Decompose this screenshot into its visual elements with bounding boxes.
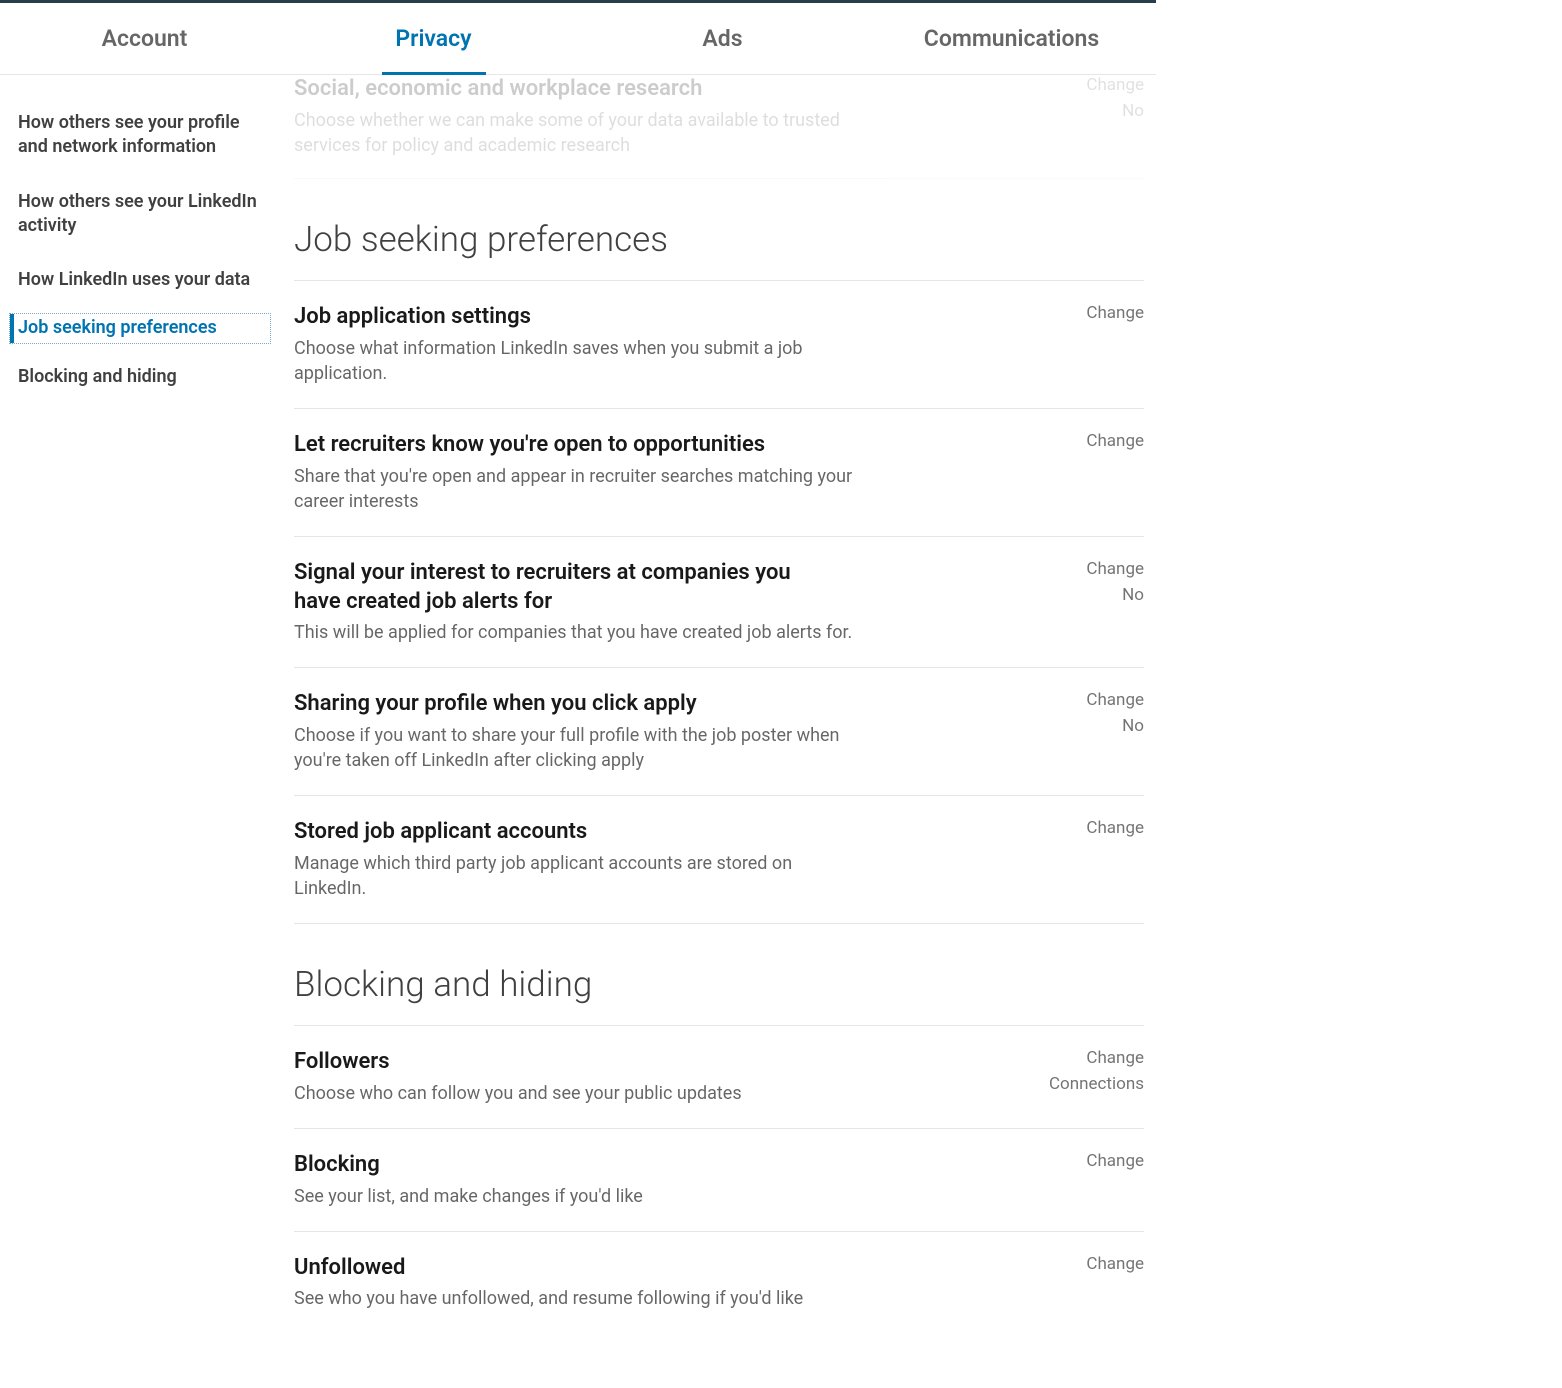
tab-account[interactable]: Account (0, 3, 289, 74)
row-title: Stored job applicant accounts (294, 818, 1014, 847)
sidebar-item-profile-visibility[interactable]: How others see your profile and network … (18, 103, 270, 168)
row-title: Job application settings (294, 303, 1014, 332)
row-title: Unfollowed (294, 1254, 1014, 1283)
sidebar: How others see your profile and network … (0, 75, 278, 1374)
tab-privacy-label: Privacy (395, 25, 471, 52)
row-desc: Choose what information LinkedIn saves w… (294, 336, 854, 386)
row-desc: See your list, and make changes if you'd… (294, 1184, 854, 1209)
row-title: Signal your interest to recruiters at co… (294, 559, 814, 616)
tab-privacy[interactable]: Privacy (289, 3, 578, 74)
change-link[interactable]: Change (1034, 1254, 1144, 1274)
status-text: Connections (1034, 1074, 1144, 1094)
setting-row-unfollowed[interactable]: Unfollowed See who you have unfollowed, … (294, 1232, 1144, 1334)
main-content: Social, economic and workplace research … (278, 75, 1156, 1374)
status-text: No (1034, 716, 1144, 736)
change-link[interactable]: Change (1034, 559, 1144, 579)
change-link[interactable]: Change (1034, 690, 1144, 710)
row-desc: Share that you're open and appear in rec… (294, 464, 854, 514)
row-title: Blocking (294, 1151, 1014, 1180)
row-title: Followers (294, 1048, 1014, 1077)
row-title: Social, economic and workplace research (294, 75, 1124, 104)
section-heading-job-seeking: Job seeking preferences (294, 219, 1144, 281)
change-link[interactable]: Change (1034, 818, 1144, 838)
row-desc: This will be applied for companies that … (294, 620, 854, 645)
setting-row-open-opportunities[interactable]: Let recruiters know you're open to oppor… (294, 409, 1144, 537)
section-heading-blocking: Blocking and hiding (294, 964, 1144, 1026)
setting-row-signal-interest[interactable]: Signal your interest to recruiters at co… (294, 537, 1144, 668)
change-link[interactable]: Change (1086, 75, 1144, 95)
setting-row-followers[interactable]: Followers Choose who can follow you and … (294, 1026, 1144, 1129)
tab-communications[interactable]: Communications (867, 3, 1156, 74)
tab-ads-label: Ads (702, 25, 742, 52)
setting-row-research-faded[interactable]: Social, economic and workplace research … (294, 75, 1144, 179)
sidebar-item-activity-visibility[interactable]: How others see your LinkedIn activity (18, 182, 270, 247)
row-desc: Choose who can follow you and see your p… (294, 1081, 854, 1106)
tab-account-label: Account (102, 25, 188, 52)
status-text: No (1034, 585, 1144, 605)
row-desc: See who you have unfollowed, and resume … (294, 1286, 854, 1311)
row-desc: Manage which third party job applicant a… (294, 851, 854, 901)
sidebar-item-blocking[interactable]: Blocking and hiding (18, 357, 270, 397)
sidebar-item-job-seeking[interactable]: Job seeking preferences (10, 314, 270, 342)
change-link[interactable]: Change (1034, 431, 1144, 451)
setting-row-stored-accounts[interactable]: Stored job applicant accounts Manage whi… (294, 796, 1144, 924)
tab-ads[interactable]: Ads (578, 3, 867, 74)
change-link[interactable]: Change (1034, 1151, 1144, 1171)
row-desc: Choose whether we can make some of your … (294, 108, 854, 158)
top-tabs: Account Privacy Ads Communications (0, 3, 1156, 75)
status-text: No (1086, 101, 1144, 121)
change-link[interactable]: Change (1034, 1048, 1144, 1068)
change-link[interactable]: Change (1034, 303, 1144, 323)
sidebar-item-data-usage[interactable]: How LinkedIn uses your data (18, 260, 270, 300)
tab-communications-label: Communications (924, 25, 1099, 52)
setting-row-job-application[interactable]: Job application settings Choose what inf… (294, 281, 1144, 409)
row-title: Sharing your profile when you click appl… (294, 690, 1014, 719)
setting-row-blocking[interactable]: Blocking See your list, and make changes… (294, 1129, 1144, 1232)
row-title: Let recruiters know you're open to oppor… (294, 431, 1014, 460)
setting-row-share-profile-apply[interactable]: Sharing your profile when you click appl… (294, 668, 1144, 796)
row-desc: Choose if you want to share your full pr… (294, 723, 854, 773)
